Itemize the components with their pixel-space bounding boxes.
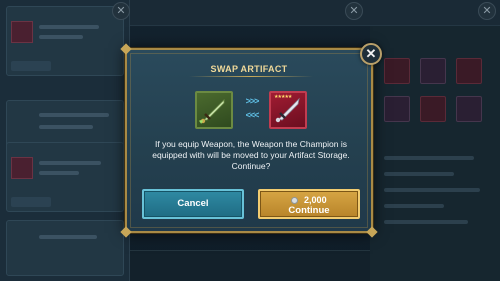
swap-artifact-dialog: SWAP ARTIFACT ♥ >>> <<< ★★★★★ If you equ… <box>120 43 378 238</box>
title-divider <box>189 76 313 77</box>
background-artifact-thumb <box>11 21 33 43</box>
continue-button[interactable]: 2,000 Continue <box>258 189 360 219</box>
cancel-button[interactable]: Cancel <box>142 189 244 219</box>
background-artifact-card <box>6 220 124 276</box>
silver-coin-icon <box>291 196 299 204</box>
background-artifact-card <box>6 142 124 212</box>
current-weapon-artifact[interactable]: ♥ <box>195 91 233 129</box>
close-icon[interactable]: ✕ <box>360 43 382 65</box>
rarity-stars: ★★★★★ <box>274 94 292 100</box>
background-close-icon: ✕ <box>345 2 363 20</box>
background-left-panel <box>0 0 130 281</box>
heart-icon: ♥ <box>199 119 204 126</box>
background-right-panel <box>370 26 500 281</box>
continue-cost: 2,000 <box>260 195 358 206</box>
continue-label: Continue <box>288 205 330 216</box>
background-bottom-bar <box>130 250 370 281</box>
background-close-icon: ✕ <box>478 2 496 20</box>
background-artifact-card <box>6 6 124 76</box>
new-weapon-artifact[interactable]: ★★★★★ <box>269 91 307 129</box>
background-artifact-thumb <box>11 157 33 179</box>
swap-warning-message: If you equip Weapon, the Weapon the Cham… <box>152 139 350 171</box>
swap-arrows-icon: >>> <<< <box>245 96 260 120</box>
background-close-icon: ✕ <box>112 2 130 20</box>
cost-value: 2,000 <box>304 195 327 205</box>
dialog-title: SWAP ARTIFACT <box>210 64 288 74</box>
